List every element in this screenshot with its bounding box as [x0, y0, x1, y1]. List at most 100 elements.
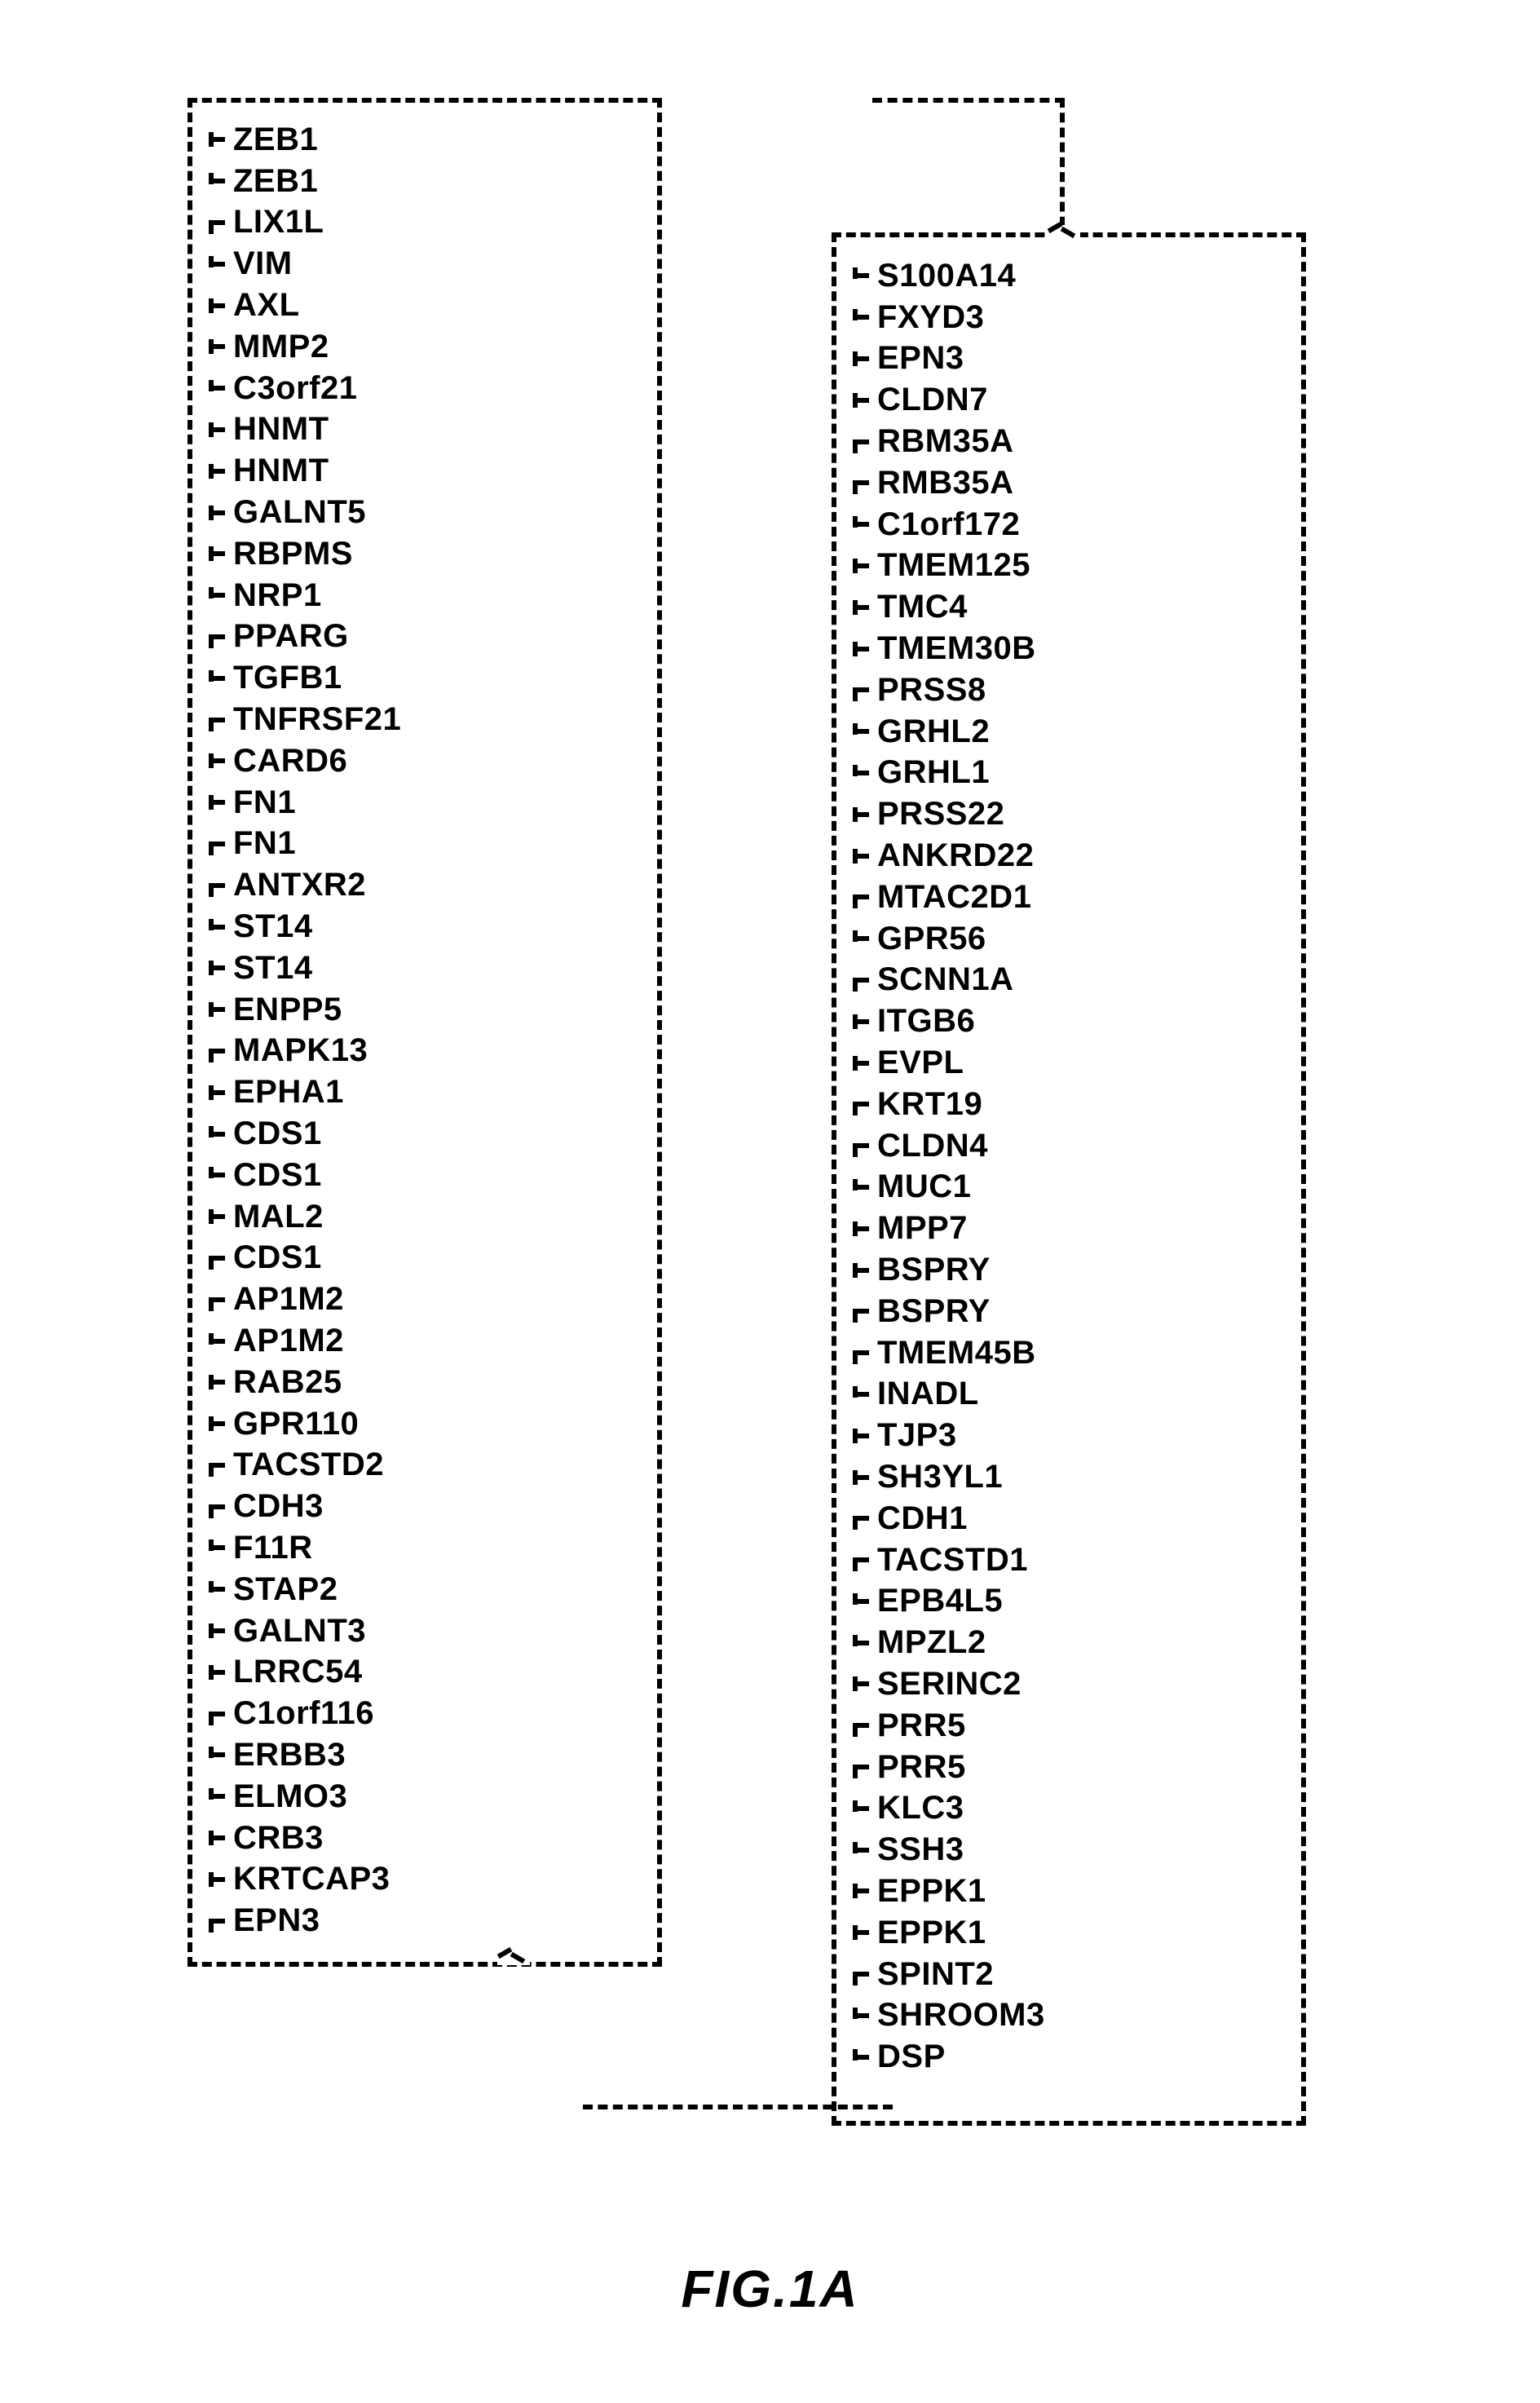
- gene-item: RAB25: [209, 1362, 616, 1403]
- gene-item: ANKRD22: [853, 835, 1260, 877]
- gene-item: FXYD3: [853, 297, 1260, 338]
- gene-item: ELMO3: [209, 1776, 616, 1818]
- gene-item: CDS1: [209, 1155, 616, 1196]
- left-column-box: ZEB1ZEB1LIX1LVIMAXLMMP2C3orf21HNMTHNMTGA…: [188, 98, 662, 1967]
- gene-item: BSPRY: [853, 1249, 1260, 1291]
- gene-item: S100A14: [853, 255, 1260, 297]
- gene-label: DSP: [877, 2039, 946, 2075]
- gene-item: HNMT: [209, 409, 616, 451]
- gene-item: EPB4L5: [853, 1581, 1260, 1623]
- gene-label: EVPL: [877, 1045, 964, 1081]
- gene-item: CRB3: [209, 1818, 616, 1859]
- gene-item: GALNT3: [209, 1610, 616, 1652]
- gene-item: ST14: [209, 948, 616, 989]
- gene-item: SPINT2: [853, 1954, 1260, 1995]
- gene-label: RBPMS: [233, 536, 353, 572]
- gene-label: RMB35A: [877, 465, 1013, 501]
- gene-item: MAPK13: [209, 1031, 616, 1072]
- gene-item: AP1M2: [209, 1279, 616, 1320]
- gene-item: STAP2: [209, 1569, 616, 1610]
- gene-item: MPZL2: [853, 1622, 1260, 1663]
- gene-label: SPINT2: [877, 1956, 994, 1993]
- gene-label: KRT19: [877, 1086, 982, 1123]
- gene-label: GALNT5: [233, 494, 366, 531]
- gene-label: TACSTD1: [877, 1542, 1028, 1579]
- gene-label: AXL: [233, 287, 300, 324]
- gene-label: PRR5: [877, 1707, 966, 1744]
- dendrogram-left: ZEB1ZEB1LIX1LVIMAXLMMP2C3orf21HNMTHNMTGA…: [209, 119, 616, 1941]
- gene-item: SHROOM3: [853, 1994, 1260, 2036]
- gene-label: CDS1: [233, 1157, 322, 1194]
- gene-label: C1orf116: [233, 1695, 374, 1732]
- gene-item: MTAC2D1: [853, 877, 1260, 918]
- gene-item: TMEM45B: [853, 1332, 1260, 1374]
- gene-label: LRRC54: [233, 1654, 363, 1690]
- gene-item: ST14: [209, 906, 616, 948]
- gene-item: TGFB1: [209, 657, 616, 699]
- gene-label: ZEB1: [233, 121, 318, 158]
- gene-label: INADL: [877, 1376, 979, 1412]
- gene-item: ZEB1: [209, 161, 616, 202]
- gene-label: HNMT: [233, 411, 329, 448]
- gene-label: MPP7: [877, 1210, 968, 1247]
- gene-item: RMB35A: [853, 462, 1260, 504]
- gene-item: ZEB1: [209, 119, 616, 161]
- connector-bottom: [583, 2100, 893, 2109]
- gene-label: AP1M2: [233, 1323, 344, 1359]
- gene-item: EPN3: [209, 1900, 616, 1941]
- diagram-container: ZEB1ZEB1LIX1LVIMAXLMMP2C3orf21HNMTHNMTGA…: [163, 98, 1386, 2218]
- gene-item: FN1: [209, 782, 616, 824]
- gene-item: CDH1: [853, 1498, 1260, 1539]
- gene-label: ST14: [233, 950, 313, 987]
- gene-label: NRP1: [233, 577, 322, 614]
- gene-item: EPPK1: [853, 1871, 1260, 1912]
- gene-item: ANTXR2: [209, 864, 616, 906]
- gene-label: TMEM30B: [877, 630, 1036, 667]
- gene-label: KLC3: [877, 1790, 964, 1827]
- gene-item: AP1M2: [209, 1320, 616, 1362]
- connector-top: [872, 98, 1065, 241]
- gene-label: LIX1L: [233, 204, 324, 241]
- gene-item: TMC4: [853, 586, 1260, 628]
- gene-item: VIM: [209, 243, 616, 285]
- gene-item: MMP2: [209, 326, 616, 368]
- gene-item: TMEM125: [853, 546, 1260, 587]
- gene-item: HNMT: [209, 450, 616, 492]
- gene-item: EPHA1: [209, 1071, 616, 1113]
- gene-label: CDS1: [233, 1115, 322, 1152]
- gene-item: RBM35A: [853, 421, 1260, 462]
- gene-item: CDS1: [209, 1113, 616, 1155]
- gene-label: EPB4L5: [877, 1583, 1003, 1619]
- gene-label: SSH3: [877, 1831, 964, 1868]
- gene-label: CLDN7: [877, 382, 988, 418]
- gene-item: TNFRSF21: [209, 699, 616, 740]
- gene-item: ENPP5: [209, 989, 616, 1031]
- gene-label: TACSTD2: [233, 1447, 384, 1483]
- gene-item: C3orf21: [209, 368, 616, 409]
- gene-item: C1orf172: [853, 504, 1260, 546]
- break-mark-left: [497, 1950, 530, 1965]
- gene-item: PRSS22: [853, 793, 1260, 835]
- gene-label: ANTXR2: [233, 867, 366, 903]
- gene-label: CARD6: [233, 743, 347, 780]
- gene-label: EPPK1: [877, 1915, 986, 1951]
- gene-item: MUC1: [853, 1167, 1260, 1208]
- gene-label: PRSS8: [877, 672, 986, 709]
- gene-item: EVPL: [853, 1042, 1260, 1084]
- gene-label: EPN3: [877, 340, 964, 377]
- gene-label: EPHA1: [233, 1074, 344, 1111]
- gene-label: VIM: [233, 245, 293, 282]
- gene-item: EPPK1: [853, 1912, 1260, 1954]
- gene-label: FXYD3: [877, 299, 984, 336]
- gene-item: CLDN4: [853, 1125, 1260, 1167]
- gene-label: SCNN1A: [877, 961, 1013, 998]
- gene-item: ITGB6: [853, 1001, 1260, 1042]
- gene-item: BSPRY: [853, 1291, 1260, 1332]
- gene-label: ITGB6: [877, 1003, 975, 1040]
- right-column-box: S100A14FXYD3 EPN3 CLDN7RBM35ARMB35AC1orf17…: [832, 232, 1306, 2126]
- gene-label: BSPRY: [877, 1293, 991, 1330]
- gene-label: ELMO3: [233, 1778, 347, 1815]
- gene-label: MPZL2: [877, 1624, 986, 1661]
- gene-item: SSH3: [853, 1829, 1260, 1871]
- gene-label: ENPP5: [233, 992, 342, 1028]
